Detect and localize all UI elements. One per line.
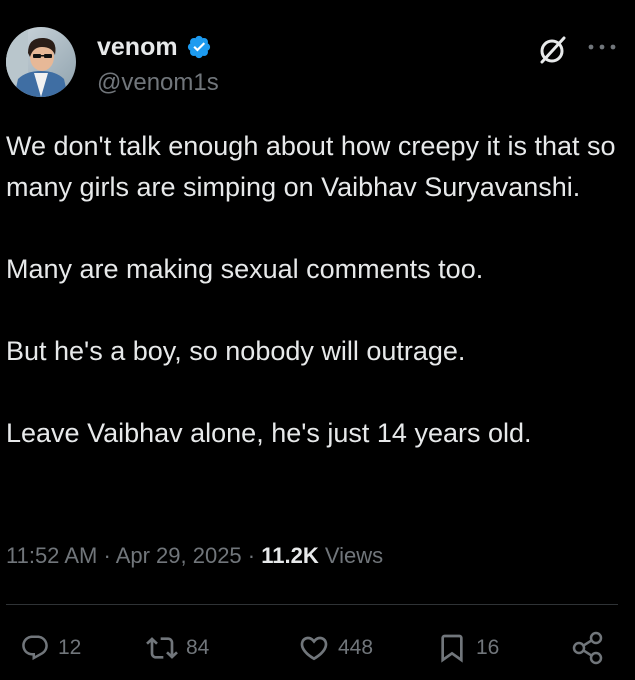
grok-icon	[540, 36, 566, 64]
meta-separator: ·	[103, 543, 111, 568]
avatar[interactable]	[6, 27, 76, 97]
views-label: Views	[324, 543, 384, 568]
tweet-paragraph: But he's a boy, so nobody will outrage.	[6, 336, 466, 366]
meta-separator: ·	[247, 543, 256, 568]
reply-icon	[22, 635, 48, 661]
tweet-header: venom @venom1s	[0, 0, 635, 110]
like-button[interactable]: 448	[298, 624, 373, 672]
more-dots-icon	[588, 44, 616, 50]
reply-button[interactable]: 12	[20, 624, 81, 672]
retweet-count: 84	[186, 636, 210, 659]
tweet-paragraph: Leave Vaibhav alone, he's just 14 years …	[6, 418, 532, 448]
tweet-paragraph: We don't talk enough about how creepy it…	[6, 131, 616, 202]
display-name-row: venom	[97, 30, 212, 64]
grok-button[interactable]	[533, 30, 573, 70]
bookmark-icon	[441, 634, 463, 663]
tweet-date[interactable]: Apr 29, 2025	[116, 543, 242, 568]
like-count: 448	[338, 636, 374, 659]
tweet-time[interactable]: 11:52 AM	[6, 543, 97, 568]
action-bar: 12 84 448 16	[0, 624, 635, 672]
tweet-meta: 11:52 AM · Apr 29, 2025 · 11.2K Views	[6, 540, 383, 572]
tweet-paragraph: Many are making sexual comments too.	[6, 254, 484, 284]
share-button[interactable]	[570, 624, 606, 672]
verified-badge-icon	[186, 34, 212, 60]
tweet-text: We don't talk enough about how creepy it…	[6, 126, 616, 454]
retweet-icon	[146, 637, 178, 659]
author-handle[interactable]: @venom1s	[97, 68, 219, 98]
share-icon	[572, 631, 603, 665]
more-button[interactable]	[584, 37, 620, 57]
bookmark-count: 16	[476, 636, 500, 659]
reply-count: 12	[58, 636, 82, 659]
avatar-image	[6, 27, 76, 97]
heart-icon	[300, 636, 328, 661]
divider	[6, 604, 618, 605]
views-count: 11.2K	[261, 543, 319, 568]
display-name[interactable]: venom	[97, 30, 178, 64]
bookmark-button[interactable]: 16	[436, 624, 499, 672]
retweet-button[interactable]: 84	[146, 624, 209, 672]
